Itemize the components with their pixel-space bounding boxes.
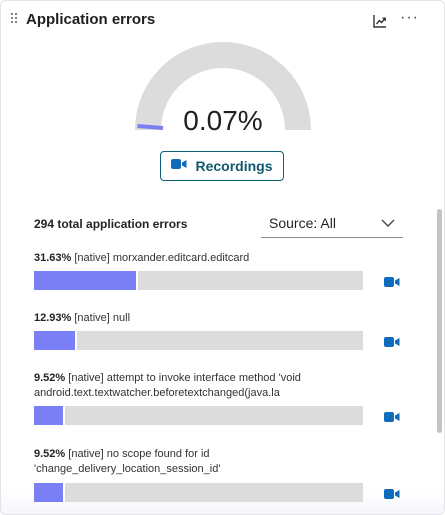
scrollbar-thumb[interactable] xyxy=(437,209,442,433)
source-dropdown-label: Source: All xyxy=(269,215,336,231)
error-message: [native] morxander.editcard.editcard xyxy=(74,252,250,264)
recordings-label: Recordings xyxy=(195,158,273,174)
gauge-fill xyxy=(137,124,164,130)
video-camera-icon[interactable] xyxy=(384,335,400,347)
error-text: 31.63% [native] morxander.editcard.editc… xyxy=(34,251,374,266)
card-header: Application errors ··· xyxy=(1,1,444,41)
error-bar-fill xyxy=(34,406,66,425)
video-camera-icon[interactable] xyxy=(384,410,400,422)
error-percent: 9.52% xyxy=(34,448,66,460)
error-item: 12.93% [native] null xyxy=(34,311,400,350)
card-title: Application errors xyxy=(26,11,156,28)
error-bar-fill xyxy=(34,271,139,290)
error-percent: 12.93% xyxy=(34,312,72,324)
application-errors-card: Application errors ··· 0.07% Recordings … xyxy=(0,0,445,515)
error-text: 9.52% [native] attempt to invoke interfa… xyxy=(34,371,374,401)
error-text: 12.93% [native] null xyxy=(34,311,374,326)
recordings-button[interactable]: Recordings xyxy=(160,151,284,181)
more-options-icon[interactable]: ··· xyxy=(400,9,419,27)
error-item: 31.63% [native] morxander.editcard.editc… xyxy=(34,251,400,290)
error-message: [native] attempt to invoke interface met… xyxy=(34,372,301,399)
video-camera-icon[interactable] xyxy=(384,275,400,287)
video-camera-icon[interactable] xyxy=(384,487,400,499)
error-item: 9.52% [native] no scope found for id 'ch… xyxy=(34,447,400,502)
source-dropdown[interactable]: Source: All xyxy=(261,210,403,238)
error-percent: 31.63% xyxy=(34,252,72,264)
error-bar-track xyxy=(34,331,363,350)
error-item: 9.52% [native] attempt to invoke interfa… xyxy=(34,371,400,425)
error-bar-fill xyxy=(34,483,66,502)
error-bar-track xyxy=(34,483,363,502)
error-bar-track xyxy=(34,271,363,290)
error-bar-fill xyxy=(34,331,77,350)
error-bar-track xyxy=(34,406,363,425)
gauge-value: 0.07% xyxy=(183,105,263,136)
chevron-down-icon xyxy=(381,219,395,227)
video-camera-icon xyxy=(171,157,187,175)
line-chart-icon[interactable] xyxy=(372,13,388,29)
error-text: 9.52% [native] no scope found for id 'ch… xyxy=(34,447,374,477)
drag-handle-icon[interactable] xyxy=(11,13,19,27)
error-message: [native] null xyxy=(74,312,131,324)
error-percent: 9.52% xyxy=(34,372,66,384)
total-errors-label: 294 total application errors xyxy=(34,217,188,231)
